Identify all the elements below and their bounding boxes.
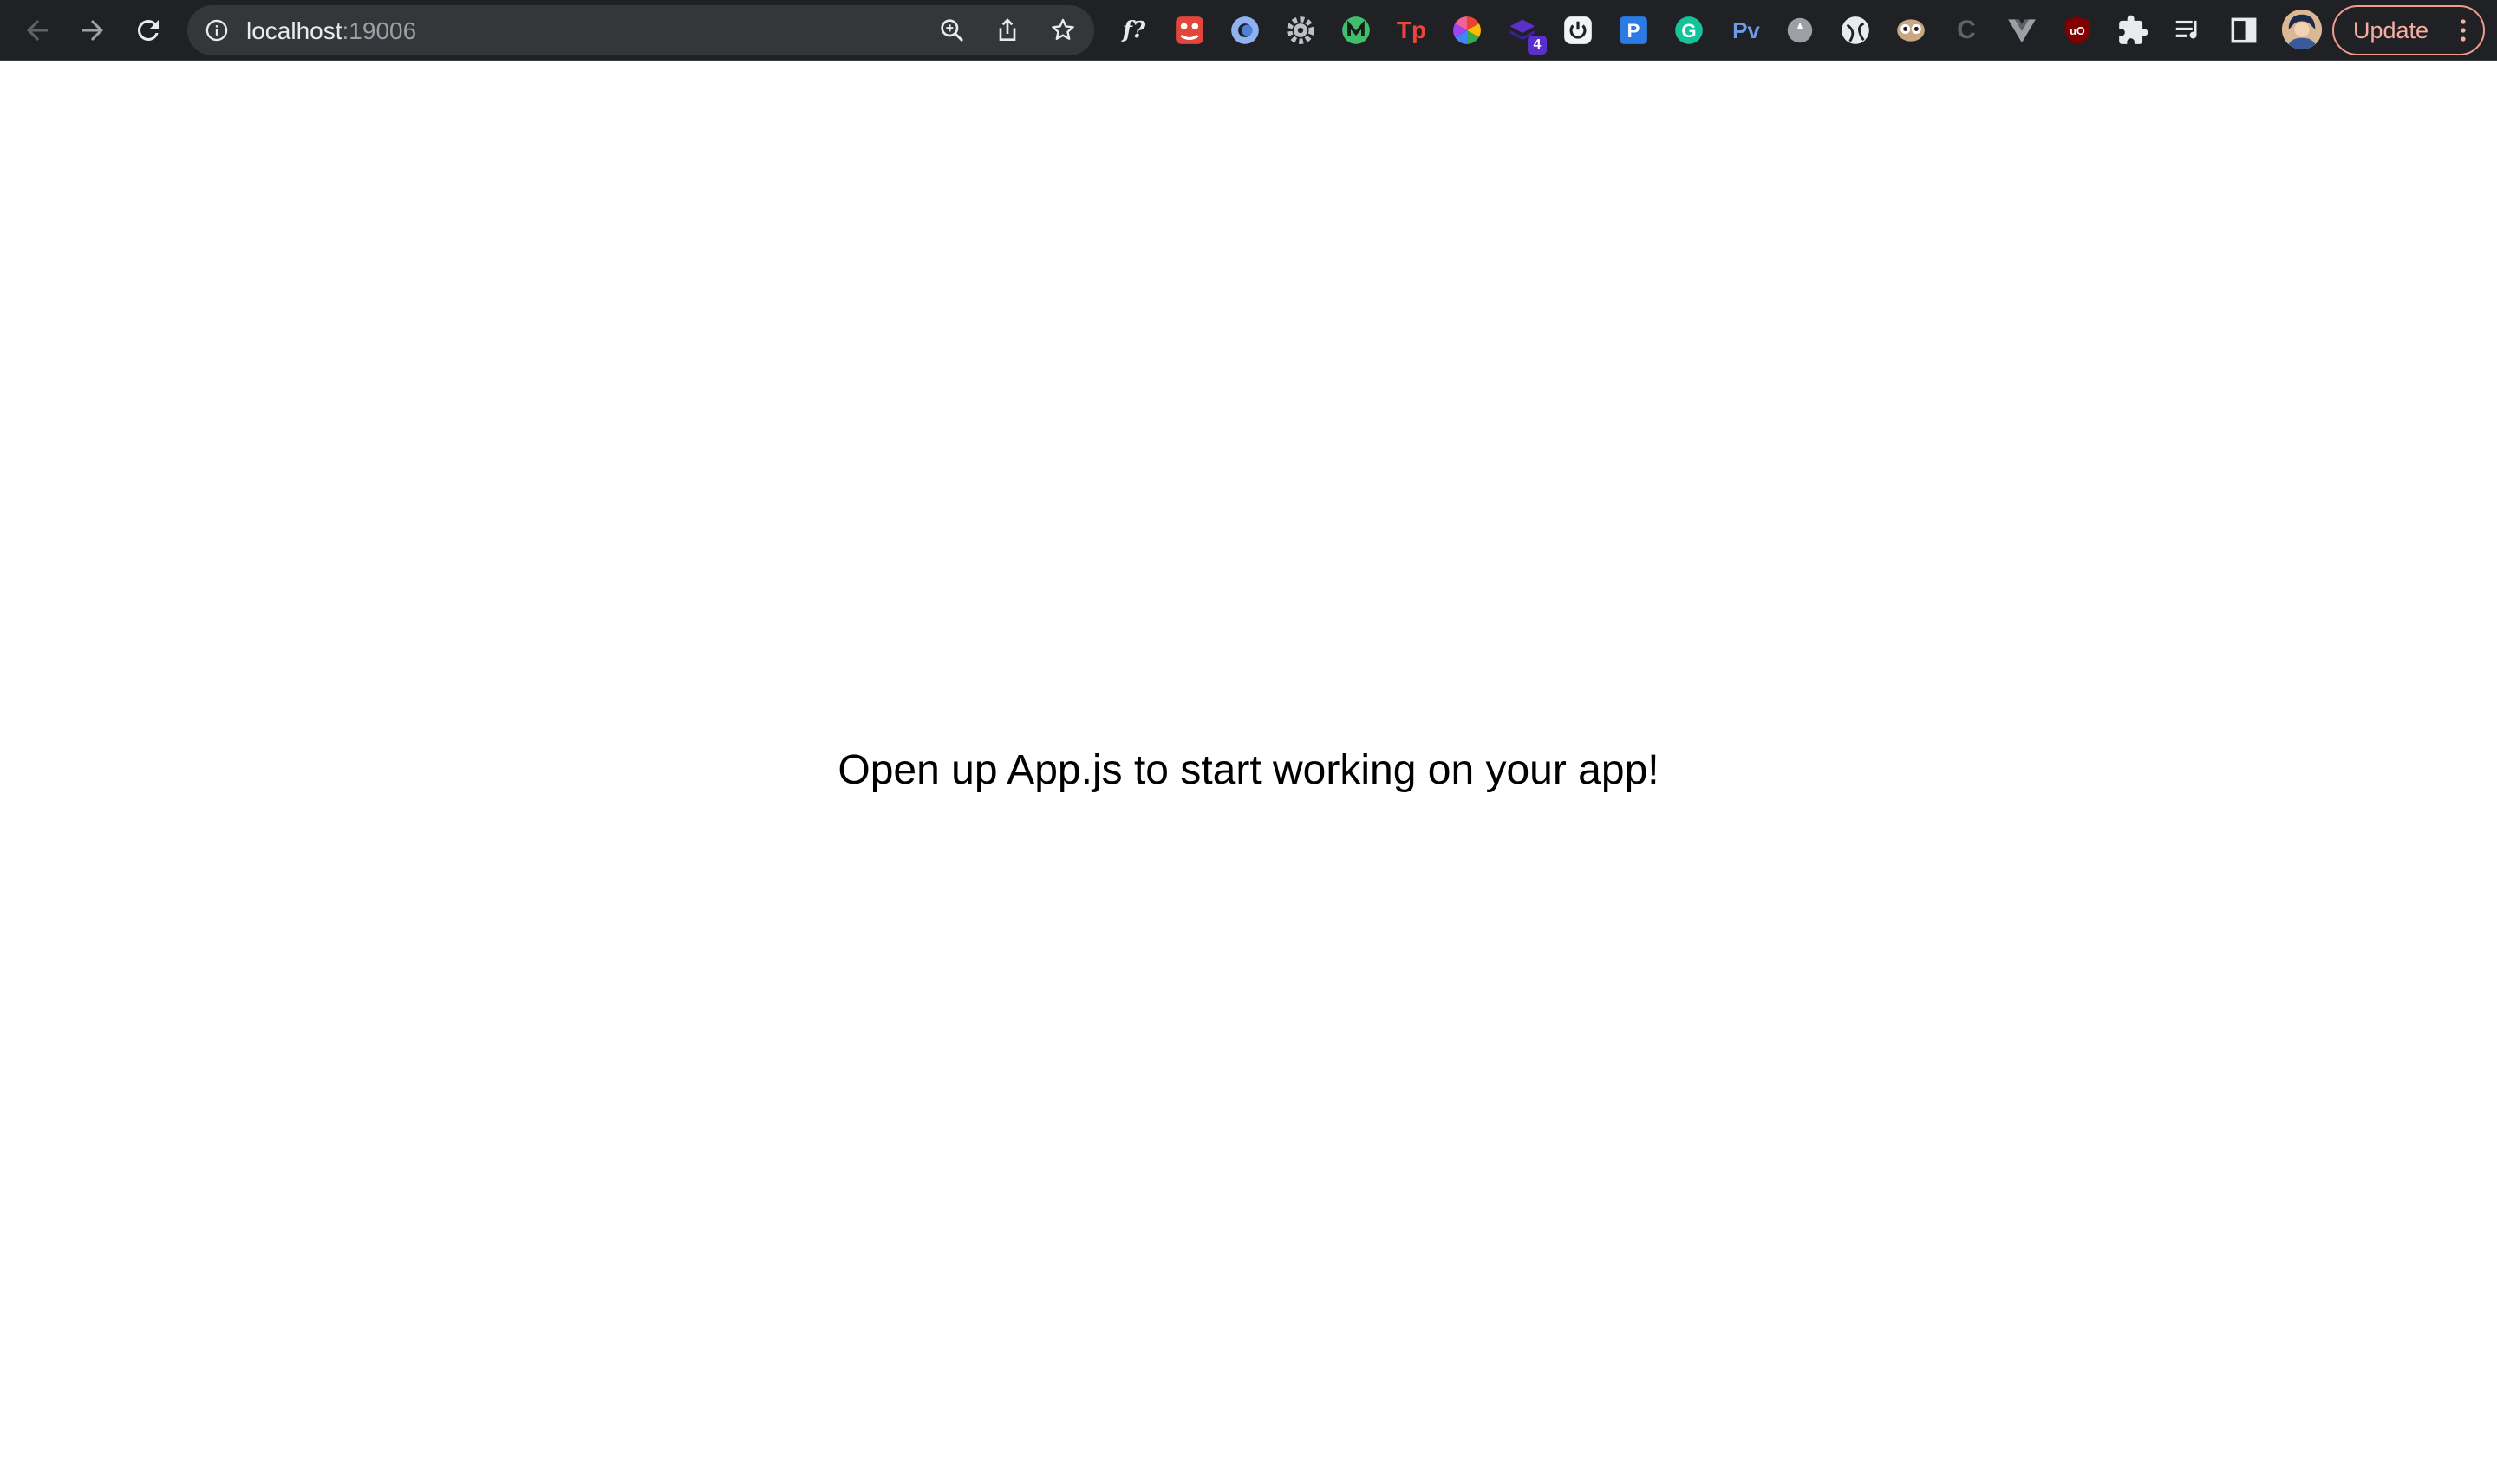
reading-list-icon[interactable]	[2171, 13, 2206, 48]
update-button[interactable]: Update	[2332, 5, 2485, 55]
url-host: localhost	[246, 17, 342, 44]
back-arrow-icon	[27, 20, 48, 41]
forward-arrow-icon	[82, 20, 103, 41]
fontface-ninja-icon[interactable]: f?	[1117, 13, 1151, 48]
p-label: P	[1627, 20, 1640, 42]
site-info-icon[interactable]	[205, 18, 229, 42]
grammarly-icon[interactable]: G	[1672, 13, 1706, 48]
address-bar[interactable]: localhost:19006	[187, 5, 1094, 55]
tp-extension-icon[interactable]: Tp	[1394, 13, 1429, 48]
grammarly-label: G	[1681, 20, 1696, 42]
power-extension-icon[interactable]	[1561, 13, 1595, 48]
grey-circle-extension-icon[interactable]	[1783, 13, 1817, 48]
globe-extension-icon[interactable]	[1838, 13, 1873, 48]
url-port: :19006	[342, 17, 417, 44]
ublock-label: uO	[2070, 25, 2085, 37]
update-label: Update	[2353, 17, 2429, 43]
browser-toolbar: localhost:19006 f? Tp 4 P G Pv C uO Upda…	[0, 0, 2497, 61]
profile-avatar[interactable]	[2282, 10, 2322, 49]
c-extension-icon[interactable]: C	[1949, 13, 1984, 48]
zoom-icon[interactable]	[937, 16, 967, 45]
tp-label: Tp	[1396, 16, 1427, 43]
c-label: C	[1957, 16, 1976, 44]
more-vert-icon	[2461, 19, 2466, 42]
url-text[interactable]: localhost:19006	[246, 17, 416, 45]
fontface-ninja-label: f?	[1122, 17, 1146, 43]
extensions-puzzle-icon[interactable]	[2116, 13, 2150, 48]
reload-button[interactable]	[125, 7, 172, 54]
side-panel-icon[interactable]	[2226, 13, 2261, 48]
vue-devtools-icon[interactable]	[2005, 13, 2039, 48]
back-button[interactable]	[14, 7, 61, 54]
color-wheel-extension-icon[interactable]	[1450, 13, 1484, 48]
green-extension-icon[interactable]	[1339, 13, 1373, 48]
red-extension-icon[interactable]	[1172, 13, 1207, 48]
blue-circle-extension-icon[interactable]	[1228, 13, 1262, 48]
share-icon[interactable]	[993, 16, 1022, 45]
pv-extension-icon[interactable]: Pv	[1725, 13, 1767, 48]
reload-icon	[138, 19, 159, 41]
app-message: Open up App.js to start working on your …	[838, 747, 1659, 793]
extension-badge: 4	[1528, 36, 1547, 55]
forward-button[interactable]	[69, 7, 116, 54]
p-extension-icon[interactable]: P	[1616, 13, 1651, 48]
avatar-icon	[2282, 10, 2322, 49]
owl-extension-icon[interactable]	[1894, 13, 1928, 48]
bookmark-star-icon[interactable]	[1048, 16, 1078, 45]
page-content: Open up App.js to start working on your …	[0, 61, 2497, 1484]
pv-label: Pv	[1732, 17, 1760, 43]
gear-extension-icon[interactable]	[1283, 13, 1318, 48]
purple-stack-extension-icon[interactable]: 4	[1505, 13, 1547, 55]
ublock-origin-icon[interactable]: uO	[2060, 13, 2095, 48]
